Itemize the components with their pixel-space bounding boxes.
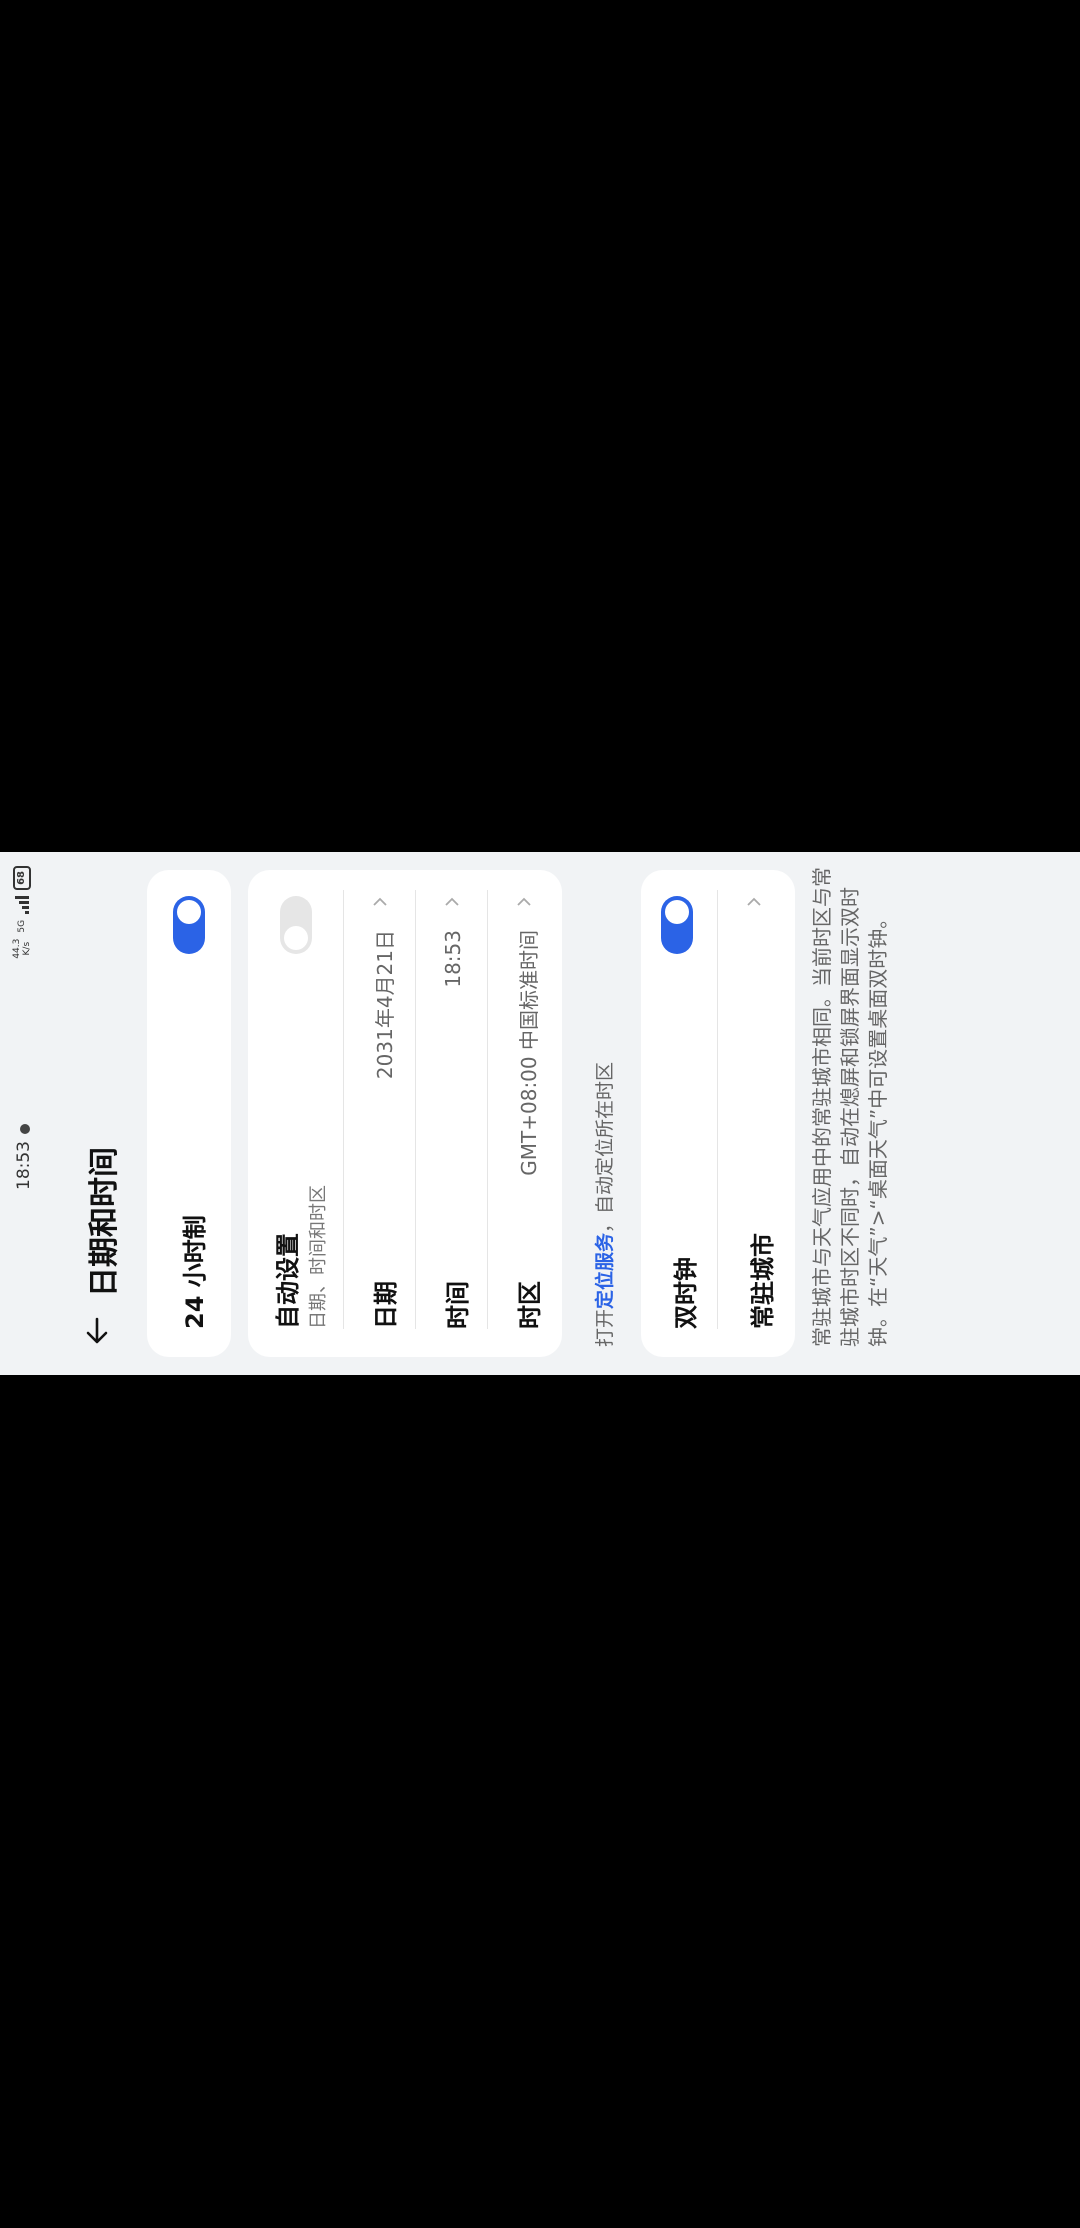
dual-clock-footnote: 常驻城市与天气应用中的常驻城市相同。当前时区与常驻城市时区不同时，自动在熄屏和锁… [810, 867, 890, 1347]
chevron-right-icon [445, 897, 459, 906]
toggle-auto-setting[interactable] [280, 896, 312, 954]
status-indicators: 44.3 K/s 5G 68 [12, 866, 32, 959]
row-date-value: 2031年4月21日 [373, 930, 397, 1080]
row-dual-clock-label: 双时钟 [672, 1257, 700, 1329]
header: 日期和时间 [55, 852, 135, 1375]
notification-dot-icon [20, 1124, 30, 1134]
toggle-knob [177, 900, 201, 924]
row-time-label: 时间 [444, 1281, 472, 1329]
location-note-prefix: 打开 [594, 1308, 616, 1347]
card-dual-clock: 双时钟 常驻城市 [641, 870, 795, 1357]
row-timezone-label: 时区 [516, 1281, 544, 1329]
row-home-city[interactable]: 常驻城市 [718, 870, 795, 1357]
location-service-link[interactable]: 定位服务 [594, 1233, 616, 1309]
network-type: 5G [17, 919, 27, 933]
card-24-hour: 24 小时制 [147, 870, 231, 1357]
row-time-value: 18:53 [441, 930, 465, 988]
row-auto-setting-label: 自动设置 [274, 1233, 302, 1329]
row-auto-setting-sublabel: 日期、时间和时区 [308, 1185, 329, 1329]
network-speed: 44.3 K/s [12, 939, 32, 959]
network-speed-unit: K/s [22, 941, 32, 956]
chevron-right-icon [517, 897, 531, 906]
location-note-suffix: ，自动定位所在时区 [594, 1061, 616, 1233]
row-time[interactable]: 时间 18:53 [416, 870, 488, 1357]
toggle-knob [284, 926, 308, 950]
toggle-24-hour[interactable] [173, 896, 205, 954]
status-time: 18:53 [14, 1141, 34, 1190]
row-home-city-label: 常驻城市 [749, 1233, 777, 1329]
back-arrow-icon[interactable] [77, 1311, 117, 1351]
row-24-hour-label: 24 小时制 [181, 1215, 209, 1329]
signal-icon [15, 895, 29, 914]
toggle-knob [665, 900, 689, 924]
row-timezone[interactable]: 时区 GMT+08:00 中国标准时间 [488, 870, 560, 1357]
row-date[interactable]: 日期 2031年4月21日 [344, 870, 416, 1357]
network-speed-value: 44.3 [12, 938, 22, 959]
row-timezone-value: GMT+08:00 中国标准时间 [517, 930, 541, 1176]
location-note: 打开定位服务，自动定位所在时区 [590, 1062, 617, 1347]
chevron-right-icon [373, 897, 387, 906]
toggle-dual-clock[interactable] [661, 896, 693, 954]
row-dual-clock[interactable]: 双时钟 [641, 870, 718, 1357]
row-auto-setting[interactable]: 自动设置 日期、时间和时区 [248, 870, 344, 1357]
row-24-hour[interactable]: 24 小时制 [147, 870, 231, 1357]
page-title: 日期和时间 [87, 1147, 122, 1297]
status-bar: 18:53 44.3 K/s 5G 68 [0, 852, 48, 1375]
chevron-right-icon [747, 897, 761, 906]
row-date-label: 日期 [372, 1281, 400, 1329]
settings-page: 18:53 44.3 K/s 5G 68 日期和时间 24 小时制 自动设置 日… [0, 852, 1080, 1375]
battery-icon: 68 [13, 866, 31, 890]
phone-screen: 18:53 44.3 K/s 5G 68 日期和时间 24 小时制 自动设置 日… [0, 852, 1080, 1375]
card-date-time: 自动设置 日期、时间和时区 日期 2031年4月21日 时间 18:53 时区 … [248, 870, 562, 1357]
